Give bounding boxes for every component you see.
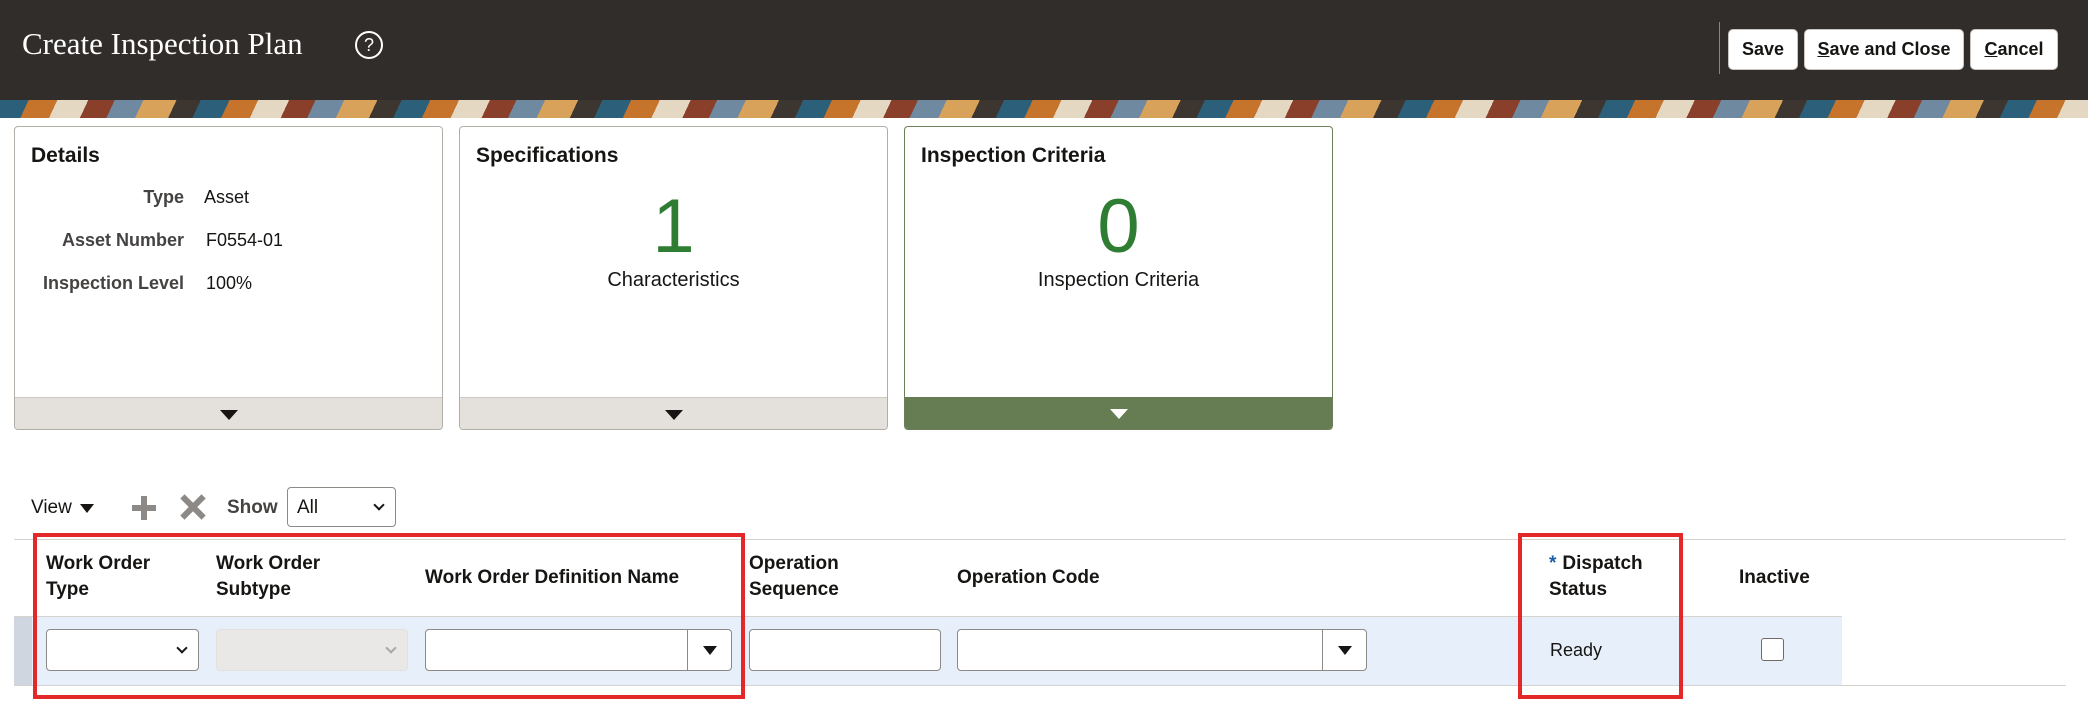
save-button[interactable]: Save [1728, 29, 1798, 70]
chevron-down-icon [373, 499, 385, 511]
operation-code-dropdown-button[interactable] [1322, 630, 1366, 670]
inspection-criteria-card[interactable]: Inspection Criteria 0 Inspection Criteri… [904, 126, 1333, 430]
triangle-down-icon [219, 410, 238, 420]
specifications-count: 1 [652, 184, 695, 269]
highlight-box [1518, 533, 1683, 699]
header-divider [1719, 22, 1720, 74]
details-field-label: Type [143, 187, 184, 207]
row-selector[interactable] [14, 617, 32, 685]
specifications-card-title: Specifications [476, 144, 619, 167]
page-title: Create Inspection Plan [22, 26, 303, 61]
triangle-down-icon [1109, 409, 1128, 419]
details-field-label: Inspection Level [42, 273, 184, 293]
highlight-box [33, 533, 745, 699]
cancel-access-key: C [1984, 39, 1998, 59]
operation-code-combobox[interactable] [957, 629, 1367, 671]
specifications-card[interactable]: Specifications 1 Characteristics [459, 126, 888, 430]
column-header-text: Operation [749, 553, 839, 574]
view-menu[interactable]: View [31, 497, 72, 519]
details-field-value: Asset [204, 187, 250, 207]
column-header-inactive[interactable]: Inactive [1739, 565, 1810, 591]
save-and-close-label: ave and Close [1829, 39, 1951, 59]
show-filter-select[interactable]: All [287, 487, 396, 527]
show-filter-label: Show [227, 497, 278, 518]
inspection-criteria-count: 0 [1097, 184, 1140, 269]
save-and-close-button[interactable]: Save and Close [1804, 29, 1964, 70]
details-card-title: Details [31, 144, 100, 167]
details-card-expand-button[interactable] [15, 397, 442, 429]
view-menu-dropdown-icon[interactable] [80, 504, 94, 513]
save-and-close-access-key: S [1817, 39, 1830, 59]
decorative-banner [0, 100, 2088, 118]
details-field-value: F0554-01 [206, 230, 284, 250]
page-header: Create Inspection Plan ? Save Save and C… [0, 0, 2088, 100]
delete-row-icon[interactable] [180, 494, 206, 520]
column-header-text: Sequence [749, 579, 839, 600]
specifications-caption: Characteristics [607, 269, 740, 291]
triangle-down-icon [1338, 646, 1352, 655]
table-bottom-divider [1842, 685, 2066, 686]
inspection-criteria-card-title: Inspection Criteria [921, 144, 1106, 167]
add-row-icon[interactable] [132, 496, 156, 520]
cancel-label: ancel [1997, 39, 2044, 59]
triangle-down-icon [664, 410, 683, 420]
details-field-value: 100% [206, 273, 253, 293]
cancel-button[interactable]: Cancel [1970, 29, 2058, 70]
column-header-operation-code[interactable]: Operation Code [957, 565, 1100, 591]
show-filter-value: All [297, 497, 319, 518]
specifications-card-expand-button[interactable] [460, 397, 887, 429]
operation-sequence-input[interactable] [749, 629, 941, 671]
help-icon[interactable]: ? [355, 31, 383, 59]
inspection-criteria-card-expand-button[interactable] [905, 397, 1332, 429]
inspection-criteria-caption: Inspection Criteria [1037, 269, 1200, 291]
column-header-operation-sequence[interactable]: Operation Sequence [749, 551, 839, 603]
details-field-label: Asset Number [61, 230, 184, 250]
inactive-checkbox[interactable] [1761, 638, 1784, 661]
